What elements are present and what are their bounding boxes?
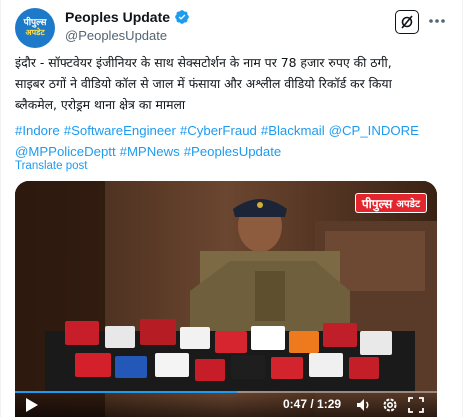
play-icon[interactable] <box>25 397 39 413</box>
tweet-text-line-1: इंदौर - सॉफ्टवेयर इंजीनियर के साथ सेक्सट… <box>15 55 392 70</box>
translate-post-link[interactable]: Translate post <box>15 160 87 172</box>
tweet-text-line-3: ब्लैकमेल, एरोड्रम थाना क्षेत्र का मामला <box>15 97 186 112</box>
watermark-sub: अपडेट <box>396 199 420 210</box>
progress-bar[interactable] <box>15 391 437 393</box>
progress-fill <box>15 391 238 393</box>
more-options-button[interactable] <box>426 10 448 32</box>
settings-gear-icon[interactable] <box>381 396 399 414</box>
video-time: 0:47 / 1:29 <box>283 397 342 411</box>
channel-watermark: पीपुल्स अपडेट <box>354 193 427 213</box>
watermark-main: पीपुल्स <box>361 196 393 211</box>
hashtag-link[interactable]: #Blackmail <box>261 123 325 138</box>
display-name[interactable]: Peoples Update <box>65 9 170 25</box>
tweet-text-line-2: साइबर ठगों ने वीडियो कॉल से जाल में फंसा… <box>15 76 392 91</box>
hashtag-link[interactable]: #SoftwareEngineer <box>64 123 176 138</box>
mention-link[interactable]: @CP_INDORE <box>329 123 419 138</box>
volume-icon[interactable] <box>355 396 373 414</box>
grok-button[interactable] <box>395 10 419 34</box>
avatar-text-top: पीपुल्स <box>23 18 47 28</box>
more-dots-icon <box>429 19 445 23</box>
tweet-card: पीपुल्स अपडेट Peoples Update @PeoplesUpd… <box>0 0 463 417</box>
avatar[interactable]: पीपुल्स अपडेट <box>15 8 55 48</box>
hashtag-link[interactable]: #PeoplesUpdate <box>184 144 282 159</box>
hashtag-list: #Indore #SoftwareEngineer #CyberFraud #Blac… <box>15 120 455 162</box>
video-controls: 0:47 / 1:29 <box>15 391 437 417</box>
hashtag-link[interactable]: #CyberFraud <box>180 123 257 138</box>
hashtag-link[interactable]: #MPNews <box>120 144 180 159</box>
hashtag-link[interactable]: #Indore <box>15 123 60 138</box>
mention-link[interactable]: @MPPoliceDeptt <box>15 144 116 159</box>
author-name-row: Peoples Update <box>65 9 190 25</box>
video-player[interactable]: पीपुल्स अपडेट 0:47 / 1:29 <box>15 181 437 417</box>
grok-icon <box>401 15 413 29</box>
fullscreen-icon[interactable] <box>407 396 425 414</box>
user-handle[interactable]: @PeoplesUpdate <box>65 28 167 43</box>
avatar-text-bottom: अपडेट <box>25 28 45 37</box>
tweet-text: इंदौर - सॉफ्टवेयर इंजीनियर के साथ सेक्सट… <box>15 52 451 115</box>
verified-badge-icon <box>175 10 189 24</box>
video-frame <box>15 181 437 417</box>
